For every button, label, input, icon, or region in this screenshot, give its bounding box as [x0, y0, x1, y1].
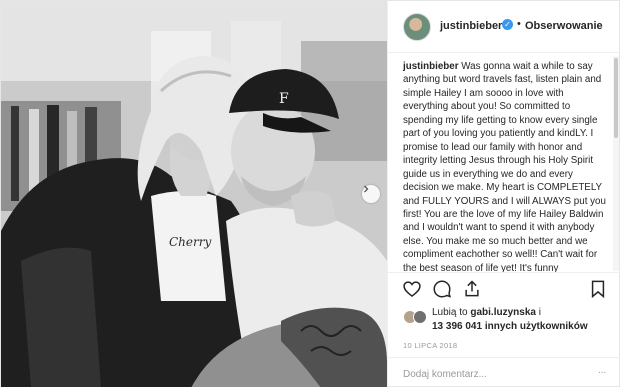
comment-icon [433, 280, 452, 298]
carousel-next-button[interactable] [362, 185, 380, 203]
chevron-right-icon [364, 185, 369, 193]
header-separator: • [517, 18, 521, 30]
likes-others[interactable]: innych użytkowników [482, 321, 588, 332]
share-icon [465, 280, 479, 297]
action-bar [388, 274, 620, 304]
instagram-post: Cherry F justinbieber ✓ • Obserwowanie j… [0, 0, 620, 387]
post-photo[interactable]: Cherry F [1, 1, 387, 387]
likes-line-1: Lubią to gabi.luzynska i [432, 307, 541, 318]
caption: justinbieber Was gonna wait a while to s… [403, 60, 611, 273]
avatar[interactable] [403, 13, 431, 41]
caption-scrollbar-thumb[interactable] [614, 58, 618, 138]
likes-prefix: Lubią to [432, 307, 471, 318]
verified-badge-icon: ✓ [502, 19, 513, 30]
save-button[interactable] [588, 279, 608, 299]
comment-options[interactable]: ... [598, 365, 610, 381]
bookmark-icon [591, 280, 605, 299]
caption-text: Was gonna wait a while to say anything b… [403, 61, 606, 273]
header-username[interactable]: justinbieber [440, 20, 502, 32]
likes-conjunction: i [535, 307, 541, 318]
comment-input[interactable] [403, 366, 593, 382]
likes-section: Lubią to gabi.luzynska i 13 396 041 inny… [388, 304, 620, 338]
comment-button[interactable] [432, 279, 452, 299]
likes-line-2[interactable]: 13 396 041 innych użytkowników [432, 321, 588, 332]
couple-photo-illustration: Cherry F [1, 1, 387, 387]
avatar[interactable] [413, 310, 427, 324]
post-header: justinbieber ✓ • Obserwowanie [388, 1, 620, 53]
following-button[interactable]: Obserwowanie [525, 20, 603, 32]
share-button[interactable] [462, 279, 482, 299]
likes-count[interactable]: 13 396 041 [432, 321, 482, 332]
post-date[interactable]: 10 LIPCA 2018 [403, 341, 457, 350]
liker-username[interactable]: gabi.luzynska [470, 307, 536, 318]
liker-avatars [403, 310, 429, 324]
heart-icon [403, 281, 421, 298]
like-button[interactable] [402, 279, 422, 299]
post-side-panel: justinbieber ✓ • Obserwowanie justinbieb… [387, 1, 620, 387]
caption-username[interactable]: justinbieber [403, 61, 459, 72]
caption-scroll-area[interactable]: justinbieber Was gonna wait a while to s… [388, 54, 620, 273]
comment-box: ... [388, 357, 620, 387]
